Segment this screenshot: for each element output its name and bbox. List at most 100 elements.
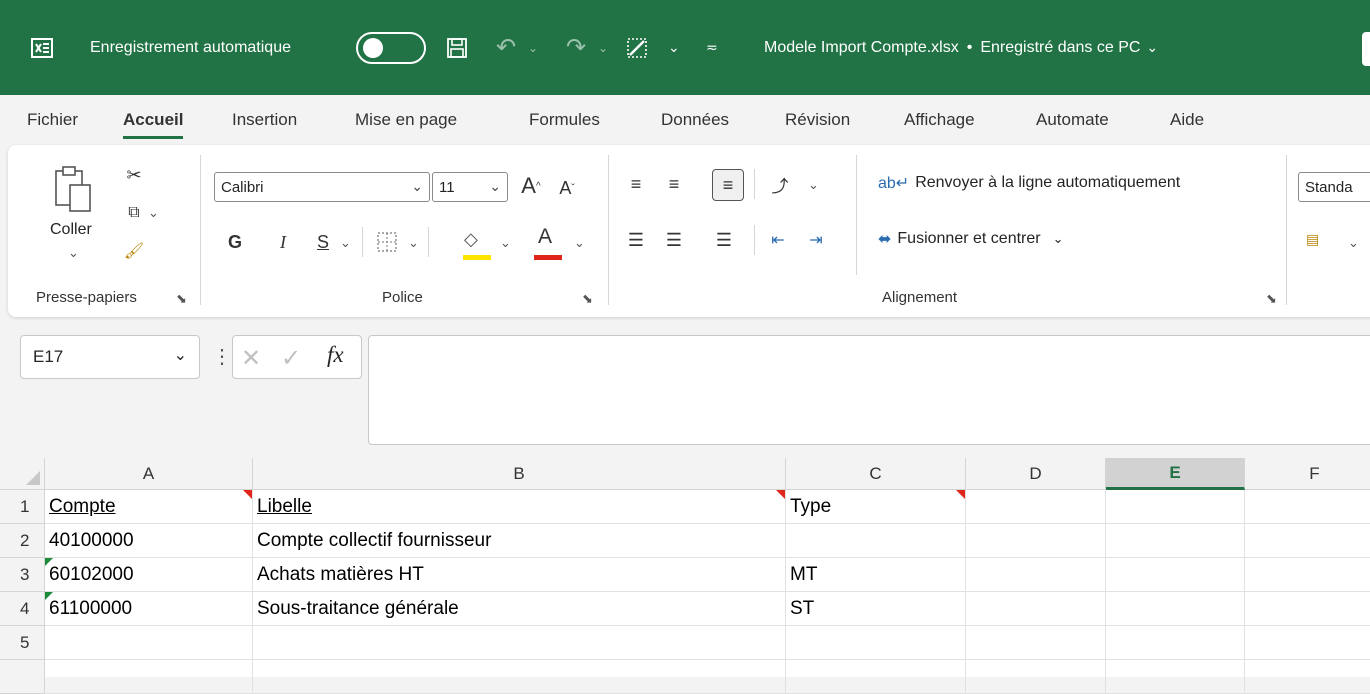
align-bottom-icon[interactable]: ≡ xyxy=(712,169,744,201)
tab-mise-en-page[interactable]: Mise en page xyxy=(355,95,457,145)
cell-c3[interactable]: MT xyxy=(786,558,966,592)
cell-b1[interactable]: Libelle xyxy=(253,490,786,524)
column-header-a[interactable]: A xyxy=(45,458,253,490)
cell-e4[interactable] xyxy=(1106,592,1245,626)
tab-insertion[interactable]: Insertion xyxy=(232,95,297,145)
borders-icon[interactable] xyxy=(376,231,398,258)
align-center-icon[interactable]: ☰ xyxy=(662,227,686,253)
cell-f6[interactable] xyxy=(1245,660,1370,694)
fill-color-icon[interactable]: ◇ xyxy=(464,229,478,250)
cell-b6[interactable] xyxy=(253,660,786,694)
cell-f2[interactable] xyxy=(1245,524,1370,558)
cell-a3[interactable]: 60102000 xyxy=(45,558,253,592)
paste-label[interactable]: Coller xyxy=(50,221,92,239)
format-painter-icon[interactable]: 🖌 xyxy=(122,239,146,263)
cell-d2[interactable] xyxy=(966,524,1106,558)
autosave-toggle[interactable] xyxy=(356,0,426,95)
document-title[interactable]: Modele Import Compte.xlsx • Enregistré d… xyxy=(764,0,1158,95)
tab-donnees[interactable]: Données xyxy=(661,95,729,145)
cell-d3[interactable] xyxy=(966,558,1106,592)
merge-center-button[interactable]: ⬌ Fusionner et centrer ⌄ xyxy=(878,229,1064,249)
cell-d6[interactable] xyxy=(966,660,1106,694)
cell-c6[interactable] xyxy=(786,660,966,694)
fill-color-dropdown-icon[interactable]: ⌄ xyxy=(500,235,511,251)
bold-button[interactable]: G xyxy=(222,227,248,257)
orientation-icon[interactable]: ⤴ xyxy=(764,171,796,197)
row-header[interactable]: 5 xyxy=(0,626,45,660)
column-header-f[interactable]: F xyxy=(1245,458,1370,490)
cell-e3[interactable] xyxy=(1106,558,1245,592)
formula-input[interactable] xyxy=(368,335,1370,445)
increase-indent-icon[interactable]: ⇥ xyxy=(804,227,828,253)
accounting-format-icon[interactable]: ▤ xyxy=(1306,231,1319,248)
cell-b4[interactable]: Sous-traitance générale xyxy=(253,592,786,626)
align-right-icon[interactable]: ☰ xyxy=(712,227,736,253)
tab-automate[interactable]: Automate xyxy=(1036,95,1109,145)
undo-dropdown-icon[interactable]: ⌄ xyxy=(528,0,538,95)
save-icon[interactable] xyxy=(446,0,468,95)
cell-a4[interactable]: 61100000 xyxy=(45,592,253,626)
number-format-select[interactable]: Standa xyxy=(1298,172,1370,202)
copy-icon[interactable]: ⧉ xyxy=(122,201,146,225)
wrap-text-button[interactable]: ab↵ Renvoyer à la ligne automatiquement xyxy=(878,173,1180,193)
align-top-icon[interactable]: ≡ xyxy=(624,171,648,197)
column-header-d[interactable]: D xyxy=(966,458,1106,490)
cell-f4[interactable] xyxy=(1245,592,1370,626)
cell-e6[interactable] xyxy=(1106,660,1245,694)
insert-function-icon[interactable]: fx xyxy=(327,342,344,368)
column-header-e[interactable]: E xyxy=(1106,458,1245,490)
tab-revision[interactable]: Révision xyxy=(785,95,850,145)
decrease-indent-icon[interactable]: ⇤ xyxy=(766,227,790,253)
align-middle-icon[interactable]: ≡ xyxy=(662,171,686,197)
tab-affichage[interactable]: Affichage xyxy=(904,95,975,145)
font-name-select[interactable]: Calibri ⌄ xyxy=(214,172,430,202)
font-launcher-icon[interactable]: ⬊ xyxy=(582,291,593,307)
cell-e1[interactable] xyxy=(1106,490,1245,524)
italic-button[interactable]: I xyxy=(270,227,296,257)
tab-aide[interactable]: Aide xyxy=(1170,95,1204,145)
search-box[interactable] xyxy=(1362,32,1370,66)
row-header[interactable]: 1 xyxy=(0,490,45,524)
font-color-dropdown-icon[interactable]: ⌄ xyxy=(574,235,585,251)
font-size-select[interactable]: 11 ⌄ xyxy=(432,172,508,202)
column-header-b[interactable]: B xyxy=(253,458,786,490)
cell-d1[interactable] xyxy=(966,490,1106,524)
orientation-dropdown-icon[interactable]: ⌄ xyxy=(808,177,819,193)
font-color-icon[interactable]: A xyxy=(538,225,552,249)
borders-dropdown-icon[interactable]: ⌄ xyxy=(668,0,680,95)
row-header[interactable]: 4 xyxy=(0,592,45,626)
more-options-icon[interactable]: ⋮ xyxy=(212,344,232,369)
enter-icon[interactable]: ✓ xyxy=(281,344,301,373)
accounting-dropdown-icon[interactable]: ⌄ xyxy=(1348,235,1359,251)
cell-e5[interactable] xyxy=(1106,626,1245,660)
customize-toolbar-icon[interactable]: ≂ xyxy=(706,0,718,95)
undo-icon[interactable]: ↶ xyxy=(496,0,516,95)
cancel-icon[interactable]: ✕ xyxy=(241,344,261,373)
cell-c2[interactable] xyxy=(786,524,966,558)
cell-b2[interactable]: Compte collectif fournisseur xyxy=(253,524,786,558)
redo-icon[interactable]: ↷ xyxy=(566,0,586,95)
increase-font-icon[interactable]: A ^ xyxy=(516,171,546,201)
alignment-launcher-icon[interactable]: ⬊ xyxy=(1266,291,1277,307)
underline-button[interactable]: S xyxy=(310,227,336,257)
tab-fichier[interactable]: Fichier xyxy=(27,95,78,145)
cell-c1[interactable]: Type xyxy=(786,490,966,524)
cell-a1[interactable]: Compte xyxy=(45,490,253,524)
cut-icon[interactable]: ✂ xyxy=(122,163,146,187)
cell-b5[interactable] xyxy=(253,626,786,660)
cell-d4[interactable] xyxy=(966,592,1106,626)
cell-c5[interactable] xyxy=(786,626,966,660)
cell-a5[interactable] xyxy=(45,626,253,660)
cell-c4[interactable]: ST xyxy=(786,592,966,626)
name-box[interactable]: E17 ⌄ xyxy=(20,335,200,379)
tab-accueil[interactable]: Accueil xyxy=(123,95,184,145)
paste-dropdown-icon[interactable]: ⌄ xyxy=(68,245,79,261)
column-header-c[interactable]: C xyxy=(786,458,966,490)
clipboard-launcher-icon[interactable]: ⬊ xyxy=(176,291,187,307)
cell-a2[interactable]: 40100000 xyxy=(45,524,253,558)
underline-dropdown-icon[interactable]: ⌄ xyxy=(340,235,351,251)
cell-d5[interactable] xyxy=(966,626,1106,660)
row-header[interactable]: 3 xyxy=(0,558,45,592)
row-header[interactable] xyxy=(0,660,45,694)
copy-dropdown-icon[interactable]: ⌄ xyxy=(148,205,159,221)
